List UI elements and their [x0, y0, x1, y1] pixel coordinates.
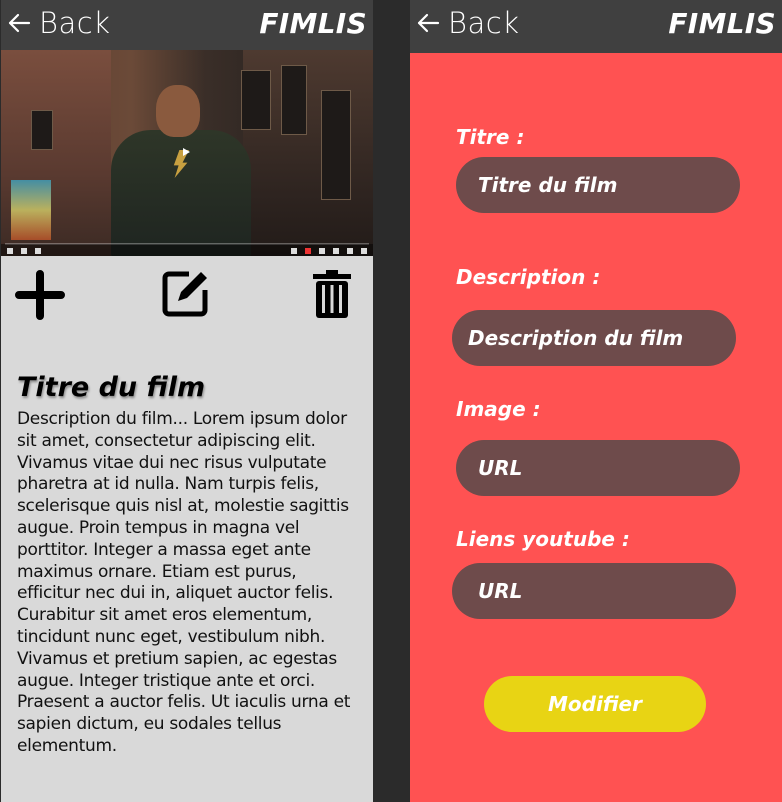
movie-title: Titre du film [17, 372, 206, 403]
image-label: Image : [456, 397, 541, 421]
edit-movie-screen: Back FIMLIS Titre : Titre du film Descri… [410, 0, 782, 802]
settings-icon[interactable] [319, 248, 325, 254]
plus-icon[interactable] [15, 270, 65, 320]
app-logo: FIMLIS [259, 7, 367, 40]
movie-description: Description du film... Lorem ipsum dolor… [17, 409, 351, 756]
arrow-left-icon [417, 13, 440, 33]
autoplay-toggle-icon[interactable] [291, 248, 297, 254]
theater-icon[interactable] [347, 248, 353, 254]
description-field[interactable]: Description du film [452, 310, 736, 366]
movie-info: Titre du film Description du film... Lor… [17, 372, 363, 758]
back-label: Back [39, 6, 111, 40]
action-toolbar [1, 266, 373, 324]
trailer-video-player[interactable] [1, 50, 373, 256]
title-label: Titre : [456, 125, 525, 149]
title-field[interactable]: Titre du film [456, 157, 740, 213]
back-button[interactable]: Back [416, 6, 520, 40]
play-icon[interactable] [183, 148, 190, 156]
edit-icon[interactable] [161, 268, 211, 318]
video-still [101, 85, 261, 256]
video-controls [1, 244, 373, 256]
description-label: Description : [456, 265, 601, 289]
top-bar: Back FIMLIS [410, 0, 782, 53]
youtube-label: Liens youtube : [456, 527, 630, 551]
volume-icon[interactable] [35, 248, 41, 254]
youtube-url-field[interactable]: URL [452, 563, 736, 619]
play-control-icon[interactable] [7, 248, 13, 254]
miniplayer-icon[interactable] [333, 248, 339, 254]
arrow-left-icon [8, 13, 31, 33]
movie-detail-screen: Back FIMLIS Titre du film Description du… [1, 0, 373, 802]
subtitles-icon[interactable] [305, 248, 311, 254]
image-url-field[interactable]: URL [456, 440, 740, 496]
app-logo: FIMLIS [668, 7, 776, 40]
top-bar: Back FIMLIS [1, 0, 373, 50]
back-button[interactable]: Back [7, 6, 111, 40]
trash-icon[interactable] [313, 270, 351, 318]
next-control-icon[interactable] [21, 248, 27, 254]
fullscreen-icon[interactable] [361, 248, 367, 254]
back-label: Back [448, 6, 520, 40]
modify-button[interactable]: Modifier [484, 676, 706, 732]
